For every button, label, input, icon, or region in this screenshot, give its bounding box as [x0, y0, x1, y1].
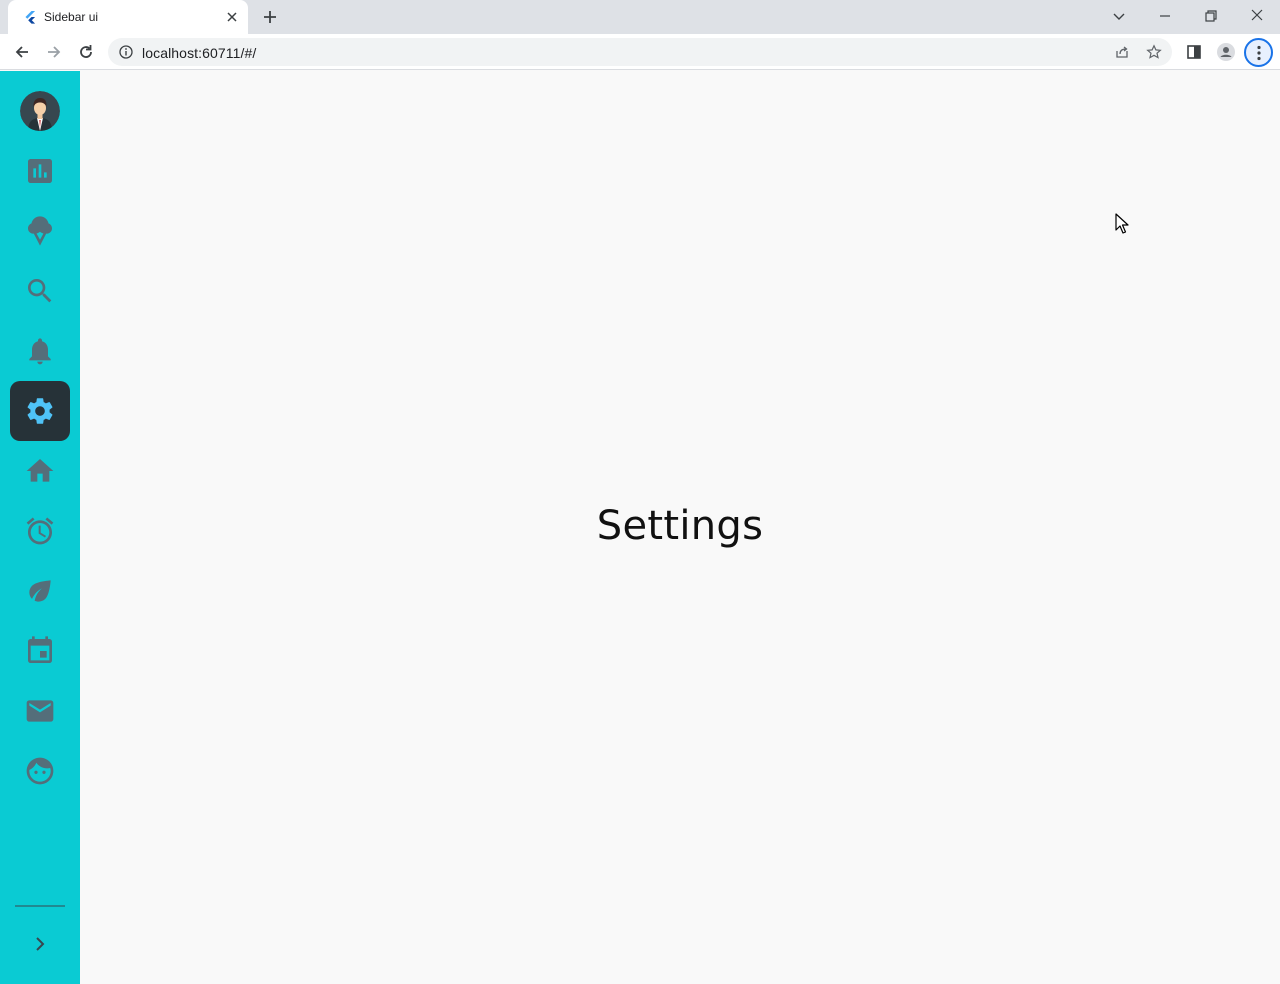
- minimize-icon[interactable]: [1155, 6, 1175, 26]
- sidebar-item-ice-cream[interactable]: [10, 201, 70, 261]
- sidebar-item-home[interactable]: [10, 441, 70, 501]
- sidebar-item-notifications[interactable]: [10, 321, 70, 381]
- face-icon: [26, 757, 54, 785]
- sidebar-item-search[interactable]: [10, 261, 70, 321]
- avatar[interactable]: [20, 91, 60, 131]
- ice-cream-icon: [28, 216, 52, 246]
- new-tab-icon[interactable]: [260, 7, 280, 27]
- tab-title: Sidebar ui: [44, 10, 99, 24]
- sidebar: [0, 71, 80, 984]
- bar-chart-icon: [28, 159, 52, 183]
- sidebar-expand-button[interactable]: [25, 929, 55, 959]
- more-vert-icon: [1257, 45, 1261, 61]
- calendar-icon: [28, 636, 52, 663]
- sidebar-item-analytics[interactable]: [10, 141, 70, 201]
- browser-tabstrip: Sidebar ui: [0, 0, 1280, 34]
- user-avatar-icon: [20, 91, 60, 131]
- home-icon: [26, 459, 54, 482]
- alarm-icon: [26, 517, 54, 545]
- mail-icon: [26, 700, 54, 722]
- sidebar-item-alarm[interactable]: [10, 501, 70, 561]
- site-info-icon[interactable]: [118, 44, 134, 60]
- browser-toolbar: localhost:60711/#/: [0, 34, 1280, 70]
- tab-search-icon[interactable]: [1109, 6, 1129, 26]
- main-content: Settings: [80, 71, 1280, 984]
- url-text[interactable]: localhost:60711/#/: [142, 45, 256, 61]
- gear-icon: [27, 398, 53, 424]
- address-bar[interactable]: localhost:60711/#/: [108, 38, 1172, 66]
- chevron-right-icon: [36, 937, 45, 951]
- browser-tab[interactable]: Sidebar ui: [8, 0, 248, 34]
- close-tab-icon[interactable]: [224, 9, 240, 25]
- sidebar-item-face[interactable]: [10, 741, 70, 801]
- mouse-cursor-icon: [1115, 213, 1129, 234]
- leaf-icon: [29, 580, 51, 602]
- search-icon: [28, 279, 52, 303]
- side-panel-icon[interactable]: [1184, 42, 1204, 62]
- profile-icon[interactable]: [1216, 42, 1236, 62]
- sidebar-divider: [15, 905, 65, 907]
- sidebar-item-calendar[interactable]: [10, 621, 70, 681]
- bell-icon: [29, 338, 51, 365]
- restore-icon[interactable]: [1201, 6, 1221, 26]
- flutter-favicon-icon: [25, 11, 36, 24]
- sidebar-item-eco[interactable]: [10, 561, 70, 621]
- browser-menu-button[interactable]: [1244, 38, 1273, 67]
- close-window-icon[interactable]: [1247, 6, 1267, 26]
- page-title: Settings: [596, 503, 764, 549]
- reload-icon[interactable]: [76, 42, 96, 62]
- bookmark-star-icon[interactable]: [1146, 44, 1162, 60]
- sidebar-item-settings[interactable]: [10, 381, 70, 441]
- sidebar-item-mail[interactable]: [10, 681, 70, 741]
- forward-icon[interactable]: [44, 42, 64, 62]
- share-icon[interactable]: [1114, 44, 1130, 60]
- back-icon[interactable]: [12, 42, 32, 62]
